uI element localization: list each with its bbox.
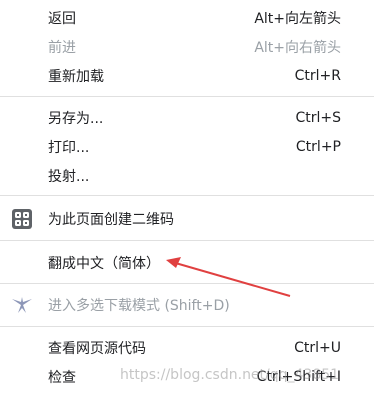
menu-item-label: 检查 <box>48 369 76 386</box>
menu-item-save-as[interactable]: 另存为... Ctrl+S <box>0 103 374 132</box>
menu-item-label: 查看网页源代码 <box>48 340 146 357</box>
menu-separator <box>0 283 374 284</box>
menu-item-print[interactable]: 打印... Ctrl+P <box>0 132 374 161</box>
watermark: https://blog.csdn.net/qq_43851 <box>120 367 340 383</box>
menu-item-shortcut: Ctrl+S <box>295 109 341 126</box>
menu-item-back[interactable]: 返回 Alt+向左箭头 <box>0 3 374 32</box>
menu-item-label: 投射... <box>48 168 90 185</box>
menu-item-shortcut: Alt+向左箭头 <box>254 10 341 27</box>
menu-item-forward[interactable]: 前进 Alt+向右箭头 <box>0 32 374 61</box>
menu-item-view-source[interactable]: 查看网页源代码 Ctrl+U <box>0 333 374 362</box>
menu-item-shortcut: Alt+向右箭头 <box>254 39 341 56</box>
menu-item-label: 翻成中文（简体） <box>48 255 160 272</box>
menu-item-shortcut: Ctrl+P <box>295 138 341 155</box>
menu-item-label: 重新加载 <box>48 68 104 85</box>
menu-item-label: 为此页面创建二维码 <box>48 211 174 228</box>
menu-item-label: 打印... <box>48 139 90 156</box>
menu-item-shortcut: Ctrl+R <box>294 67 341 84</box>
menu-item-shortcut: Ctrl+U <box>294 339 341 356</box>
menu-item-label: 另存为... <box>48 110 104 127</box>
menu-separator <box>0 96 374 97</box>
menu-separator <box>0 240 374 241</box>
menu-item-label: 进入多选下载模式 (Shift+D) <box>48 297 230 314</box>
context-menu: 返回 Alt+向左箭头 前进 Alt+向右箭头 重新加载 Ctrl+R 另存为.… <box>0 0 374 395</box>
menu-item-reload[interactable]: 重新加载 Ctrl+R <box>0 61 374 90</box>
menu-item-cast[interactable]: 投射... <box>0 161 374 190</box>
menu-item-multi-download-mode[interactable]: 进入多选下载模式 (Shift+D) <box>0 290 374 319</box>
qr-code-icon <box>10 207 34 231</box>
swallow-download-icon <box>10 293 34 317</box>
menu-separator <box>0 195 374 196</box>
menu-item-translate[interactable]: 翻成中文（简体） <box>0 248 374 277</box>
menu-separator <box>0 326 374 327</box>
menu-item-label: 前进 <box>48 39 76 56</box>
menu-item-label: 返回 <box>48 10 76 27</box>
menu-item-create-qr-code[interactable]: 为此页面创建二维码 <box>0 204 374 233</box>
